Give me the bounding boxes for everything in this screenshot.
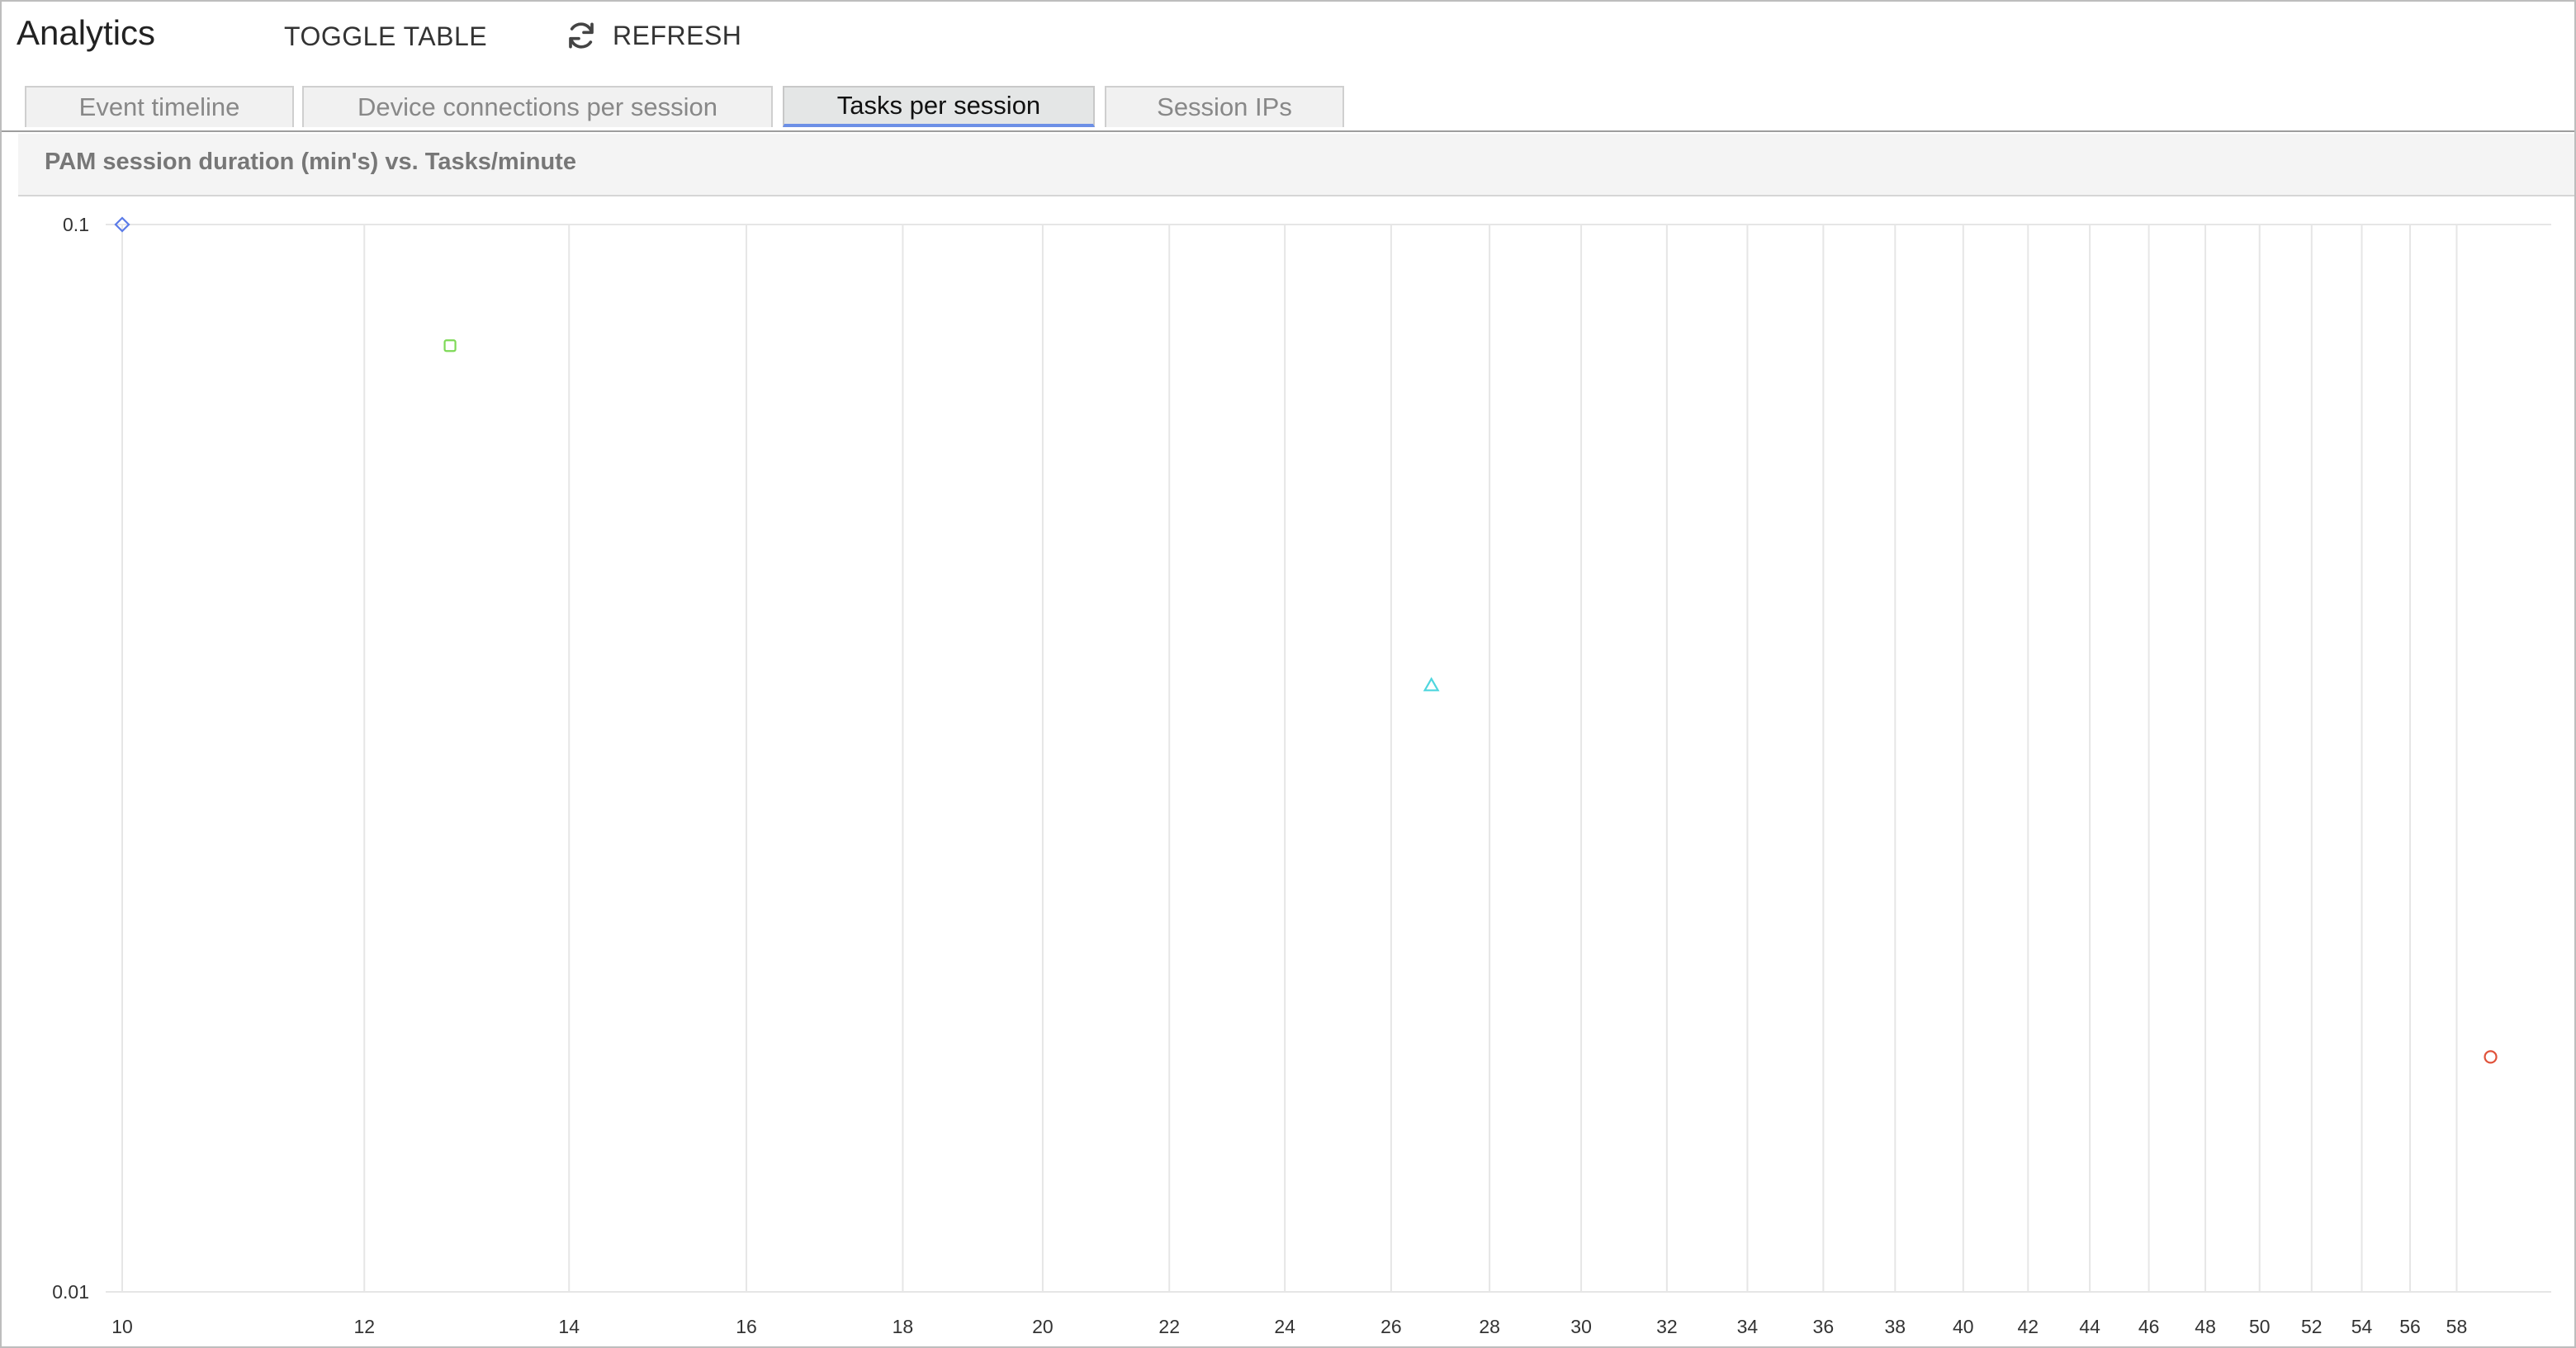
x-tick-label: 12 [353, 1316, 375, 1337]
tab-label: Device connections per session [358, 92, 717, 121]
x-tick-label: 16 [736, 1316, 757, 1337]
tab-label: Event timeline [78, 92, 240, 121]
x-tick-label: 24 [1274, 1316, 1295, 1337]
refresh-label: REFRESH [613, 20, 742, 50]
x-tick-label: 38 [1885, 1316, 1906, 1337]
x-tick-label: 50 [2249, 1316, 2271, 1337]
x-tick-label: 32 [1656, 1316, 1678, 1337]
x-tick-label: 46 [2138, 1316, 2160, 1337]
x-tick-label: 40 [1953, 1316, 1974, 1337]
data-point-circle [2484, 1050, 2498, 1064]
chart-panel: PAM session duration (min's) vs. Tasks/m… [18, 134, 2574, 1346]
x-tick-label: 56 [2399, 1316, 2421, 1337]
y-tick-label: 0.1 [63, 214, 89, 235]
x-tick-label: 52 [2301, 1316, 2323, 1337]
x-tick-label: 18 [893, 1316, 914, 1337]
x-tick-label: 22 [1158, 1316, 1180, 1337]
y-tick-label: 0.01 [52, 1281, 89, 1303]
x-tick-label: 20 [1032, 1316, 1054, 1337]
data-point-square [443, 339, 457, 352]
x-tick-label: 34 [1737, 1316, 1759, 1337]
x-tick-label: 48 [2195, 1316, 2216, 1337]
x-tick-label: 30 [1570, 1316, 1592, 1337]
tab-label: Tasks per session [836, 91, 1041, 120]
page-title: Analytics [17, 13, 156, 52]
tab-event-timeline[interactable]: Event timeline [25, 86, 294, 127]
tab-tasks-per-session[interactable]: Tasks per session [783, 86, 1095, 127]
x-tick-label: 44 [2079, 1316, 2100, 1337]
tab-label: Session IPs [1157, 92, 1292, 121]
x-tick-label: 10 [111, 1316, 133, 1337]
scatter-plot: 10 12 14 16 18 20 22 24 26 28 30 32 34 36 38 40 42 44 46 48… [52, 214, 2551, 1337]
x-tick-label: 54 [2351, 1316, 2373, 1337]
toggle-table-button[interactable]: TOGGLE TABLE [274, 17, 497, 56]
chart-tabs: Event timeline Device connections per se… [2, 84, 2574, 132]
toggle-table-label: TOGGLE TABLE [284, 21, 488, 51]
data-point-triangle [1423, 677, 1440, 692]
analytics-window: Analytics TOGGLE TABLE REFRESH Event tim… [0, 0, 2576, 1348]
x-tick-label: 14 [558, 1316, 580, 1337]
x-tick-label: 36 [1813, 1316, 1835, 1337]
tab-session-ips[interactable]: Session IPs [1105, 86, 1344, 127]
refresh-button[interactable]: REFRESH [555, 15, 751, 56]
x-tick-label: 42 [2018, 1316, 2039, 1337]
x-tick-label: 26 [1380, 1316, 1402, 1337]
x-tick-label: 58 [2446, 1316, 2468, 1337]
refresh-icon [565, 19, 598, 52]
header-bar: Analytics TOGGLE TABLE REFRESH [2, 2, 2574, 71]
x-tick-label: 28 [1479, 1316, 1500, 1337]
tab-device-connections[interactable]: Device connections per session [302, 86, 773, 127]
